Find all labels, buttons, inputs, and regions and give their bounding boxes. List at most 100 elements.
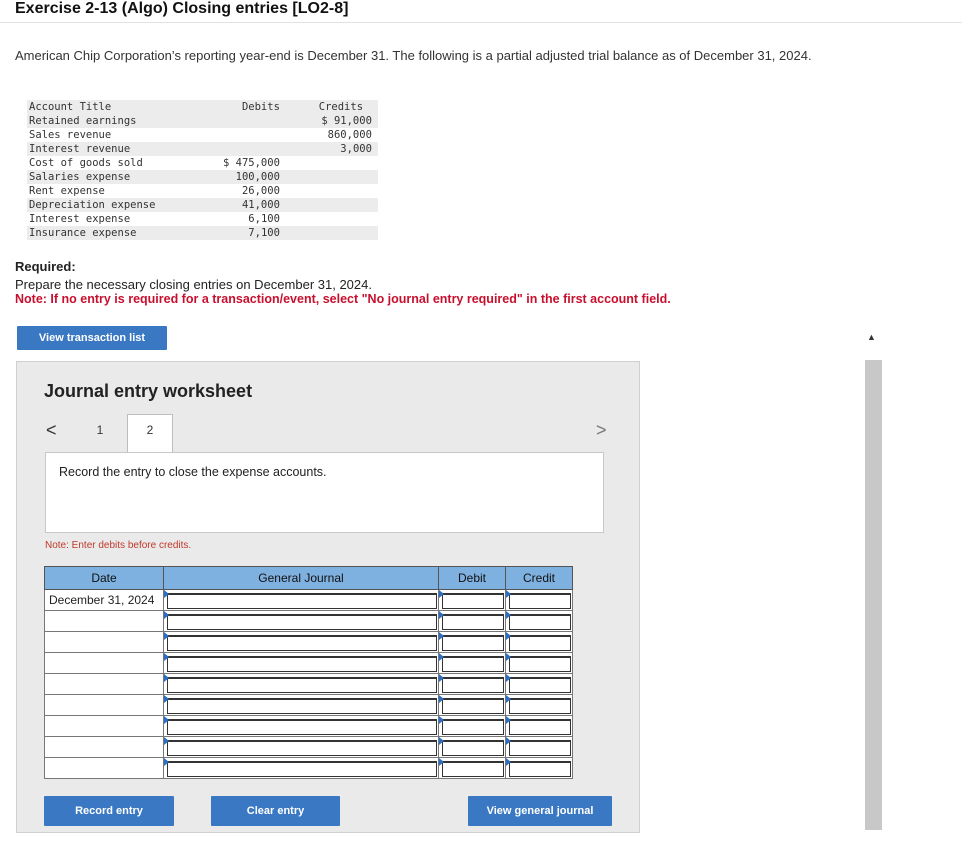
- credit-field[interactable]: [509, 698, 571, 714]
- header-credits: Credits: [307, 100, 378, 114]
- dropdown-marker-icon: [164, 695, 169, 703]
- date-cell[interactable]: [44, 736, 164, 758]
- dropdown-marker-icon: [439, 758, 444, 766]
- debit-field[interactable]: [442, 593, 504, 609]
- dropdown-marker-icon: [164, 674, 169, 682]
- date-cell[interactable]: [44, 673, 164, 695]
- dropdown-marker-icon: [439, 653, 444, 661]
- journal-row: [44, 631, 573, 653]
- debit-field[interactable]: [442, 698, 504, 714]
- tab-2[interactable]: 2: [127, 414, 173, 454]
- dropdown-marker-icon: [439, 716, 444, 724]
- chevron-right-icon[interactable]: >: [596, 420, 607, 441]
- journal-row: [44, 652, 573, 674]
- journal-row: [44, 673, 573, 695]
- dropdown-marker-icon: [164, 590, 169, 598]
- dropdown-marker-icon: [439, 737, 444, 745]
- dropdown-marker-icon: [164, 737, 169, 745]
- dropdown-marker-icon: [506, 632, 511, 640]
- dropdown-marker-icon: [164, 653, 169, 661]
- debit-field[interactable]: [442, 635, 504, 651]
- debit-field[interactable]: [442, 656, 504, 672]
- dropdown-marker-icon: [164, 611, 169, 619]
- dropdown-marker-icon: [506, 611, 511, 619]
- account-field[interactable]: [167, 677, 437, 693]
- required-heading: Required:: [15, 259, 76, 274]
- record-entry-button[interactable]: Record entry: [44, 796, 174, 826]
- clear-entry-button[interactable]: Clear entry: [211, 796, 340, 826]
- triangle-up-icon[interactable]: ▲: [867, 332, 876, 342]
- dropdown-marker-icon: [439, 674, 444, 682]
- dropdown-marker-icon: [439, 632, 444, 640]
- entry-description: Record the entry to close the expense ac…: [59, 465, 327, 479]
- date-cell[interactable]: [44, 652, 164, 674]
- table-row: Salaries expense 100,000: [27, 170, 378, 184]
- journal-entry-table: Date General Journal Debit Credit Decemb…: [44, 566, 573, 779]
- column-date: Date: [44, 566, 164, 590]
- debit-field[interactable]: [442, 761, 504, 777]
- dropdown-marker-icon: [506, 590, 511, 598]
- journal-row: [44, 610, 573, 632]
- table-row: Interest expense 6,100: [29, 213, 280, 225]
- page-title: Exercise 2-13 (Algo) Closing entries [LO…: [15, 0, 349, 17]
- credit-field[interactable]: [509, 593, 571, 609]
- dropdown-marker-icon: [506, 674, 511, 682]
- account-field[interactable]: [167, 656, 437, 672]
- worksheet-title: Journal entry worksheet: [44, 381, 253, 401]
- account-field[interactable]: [167, 593, 437, 609]
- tab-1[interactable]: 1: [85, 415, 115, 451]
- intro-text: American Chip Corporation’s reporting ye…: [15, 48, 812, 63]
- debit-field[interactable]: [442, 719, 504, 735]
- dropdown-marker-icon: [506, 716, 511, 724]
- journal-row: December 31, 2024: [44, 589, 573, 611]
- required-note: Note: If no entry is required for a tran…: [15, 292, 671, 306]
- header-account: Account Title: [27, 100, 221, 114]
- dropdown-marker-icon: [506, 758, 511, 766]
- date-cell[interactable]: [44, 631, 164, 653]
- required-text: Prepare the necessary closing entries on…: [15, 277, 372, 292]
- account-field[interactable]: [167, 761, 437, 777]
- credit-field[interactable]: [509, 677, 571, 693]
- table-row: Depreciation expense 41,000: [27, 198, 378, 212]
- table-row: Sales revenue 860,000: [29, 129, 372, 141]
- chevron-left-icon[interactable]: <: [46, 420, 57, 441]
- credit-field[interactable]: [509, 656, 571, 672]
- journal-row: [44, 757, 573, 779]
- trial-balance-table: Account Title Debits Credits Retained ea…: [27, 100, 378, 240]
- credit-field[interactable]: [509, 635, 571, 651]
- debit-field[interactable]: [442, 677, 504, 693]
- dropdown-marker-icon: [164, 758, 169, 766]
- account-field[interactable]: [167, 719, 437, 735]
- account-field[interactable]: [167, 614, 437, 630]
- view-general-journal-button[interactable]: View general journal: [468, 796, 612, 826]
- credit-field[interactable]: [509, 761, 571, 777]
- account-field[interactable]: [167, 740, 437, 756]
- account-field[interactable]: [167, 635, 437, 651]
- credit-field[interactable]: [509, 740, 571, 756]
- table-row: Insurance expense 7,100: [27, 226, 378, 240]
- date-cell[interactable]: [44, 715, 164, 737]
- credit-field[interactable]: [509, 614, 571, 630]
- journal-row: [44, 715, 573, 737]
- debit-field[interactable]: [442, 740, 504, 756]
- header-debits: Debits: [221, 100, 308, 114]
- date-cell[interactable]: [44, 694, 164, 716]
- credit-field[interactable]: [509, 719, 571, 735]
- debit-field[interactable]: [442, 614, 504, 630]
- journal-row: [44, 694, 573, 716]
- view-transaction-list-button[interactable]: View transaction list: [17, 326, 167, 350]
- column-general-journal: General Journal: [163, 566, 439, 590]
- dropdown-marker-icon: [439, 590, 444, 598]
- scrollbar[interactable]: [865, 360, 882, 830]
- dropdown-marker-icon: [506, 737, 511, 745]
- date-cell[interactable]: [44, 757, 164, 779]
- dropdown-marker-icon: [439, 611, 444, 619]
- table-row: Retained earnings $ 91,000: [27, 114, 378, 128]
- table-row: Cost of goods sold $ 475,000: [29, 157, 280, 169]
- date-cell[interactable]: December 31, 2024: [44, 589, 164, 611]
- dropdown-marker-icon: [164, 632, 169, 640]
- account-field[interactable]: [167, 698, 437, 714]
- dropdown-marker-icon: [506, 695, 511, 703]
- dropdown-marker-icon: [439, 695, 444, 703]
- date-cell[interactable]: [44, 610, 164, 632]
